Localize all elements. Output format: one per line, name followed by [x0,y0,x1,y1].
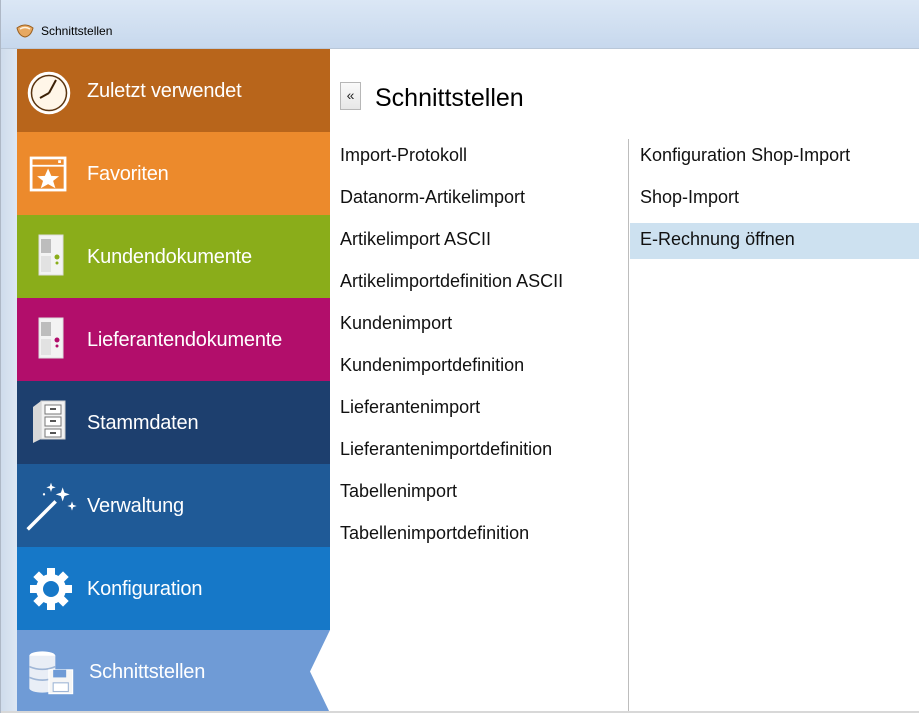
star-window-icon [29,156,67,192]
list-item[interactable]: Kundenimportdefinition [330,349,628,391]
sidebar-item-verwaltung[interactable]: Verwaltung [17,464,330,547]
collapse-button[interactable]: « [340,82,361,110]
sidebar-item-schnittstellen[interactable]: Schnittstellen [17,630,330,713]
page-title: Schnittstellen [375,84,524,112]
filing-cabinet-icon [33,400,66,443]
binder-icon [38,317,64,359]
sidebar-item-label: Zuletzt verwendet [87,80,242,102]
navigation-sidebar: Zuletzt verwendet Favoriten Kundendokume… [17,49,330,713]
binder-icon [38,234,64,276]
list-item[interactable]: Artikelimport ASCII [330,223,628,265]
sidebar-item-label: Schnittstellen [89,661,206,683]
list-item[interactable]: Konfiguration Shop-Import [630,139,919,181]
list-item[interactable]: Artikelimportdefinition ASCII [330,265,628,307]
gear-icon [30,568,72,610]
column-divider [628,139,629,713]
sidebar-item-stammdaten[interactable]: Stammdaten [17,381,330,464]
sidebar-item-label: Konfiguration [87,578,203,600]
clock-icon [27,71,71,115]
sidebar-item-label: Favoriten [87,163,169,185]
list-item[interactable]: Tabellenimport [330,475,628,517]
sidebar-item-lieferantendokumente[interactable]: Lieferantendokumente [17,298,330,381]
sidebar-item-label: Stammdaten [87,412,199,434]
main-content: « Schnittstellen Import-Protokoll Datano… [330,49,919,713]
interface-list-column-2: Konfiguration Shop-Import Shop-Import E-… [630,139,919,265]
list-item-selected[interactable]: E-Rechnung öffnen [630,223,919,259]
window-frame [1,49,17,713]
list-item[interactable]: Datanorm-Artikelimport [330,181,628,223]
app-logo-icon [16,24,34,38]
sidebar-item-favoriten[interactable]: Favoriten [17,132,330,215]
database-interface-icon [29,651,74,695]
sidebar-item-konfiguration[interactable]: Konfiguration [17,547,330,630]
list-item[interactable]: Lieferantenimportdefinition [330,433,628,475]
title-bar: Schnittstellen [1,0,919,49]
interface-list-column-1: Import-Protokoll Datanorm-Artikelimport … [330,139,628,559]
list-item[interactable]: Shop-Import [630,181,919,223]
sidebar-item-label: Verwaltung [87,495,184,517]
list-item[interactable]: Kundenimport [330,307,628,349]
list-item[interactable]: Tabellenimportdefinition [330,517,628,559]
list-item[interactable]: Import-Protokoll [330,139,628,181]
sidebar-item-kundendokumente[interactable]: Kundendokumente [17,215,330,298]
active-indicator [310,630,330,713]
window-title: Schnittstellen [41,24,113,38]
sidebar-item-zuletzt-verwendet[interactable]: Zuletzt verwendet [17,49,330,132]
magic-wand-icon [26,482,77,531]
list-item[interactable]: Lieferantenimport [330,391,628,433]
app-window: Schnittstellen Zuletzt verwendet Favorit… [0,0,919,713]
sidebar-item-label: Lieferantendokumente [87,329,283,351]
sidebar-item-label: Kundendokumente [87,246,252,268]
